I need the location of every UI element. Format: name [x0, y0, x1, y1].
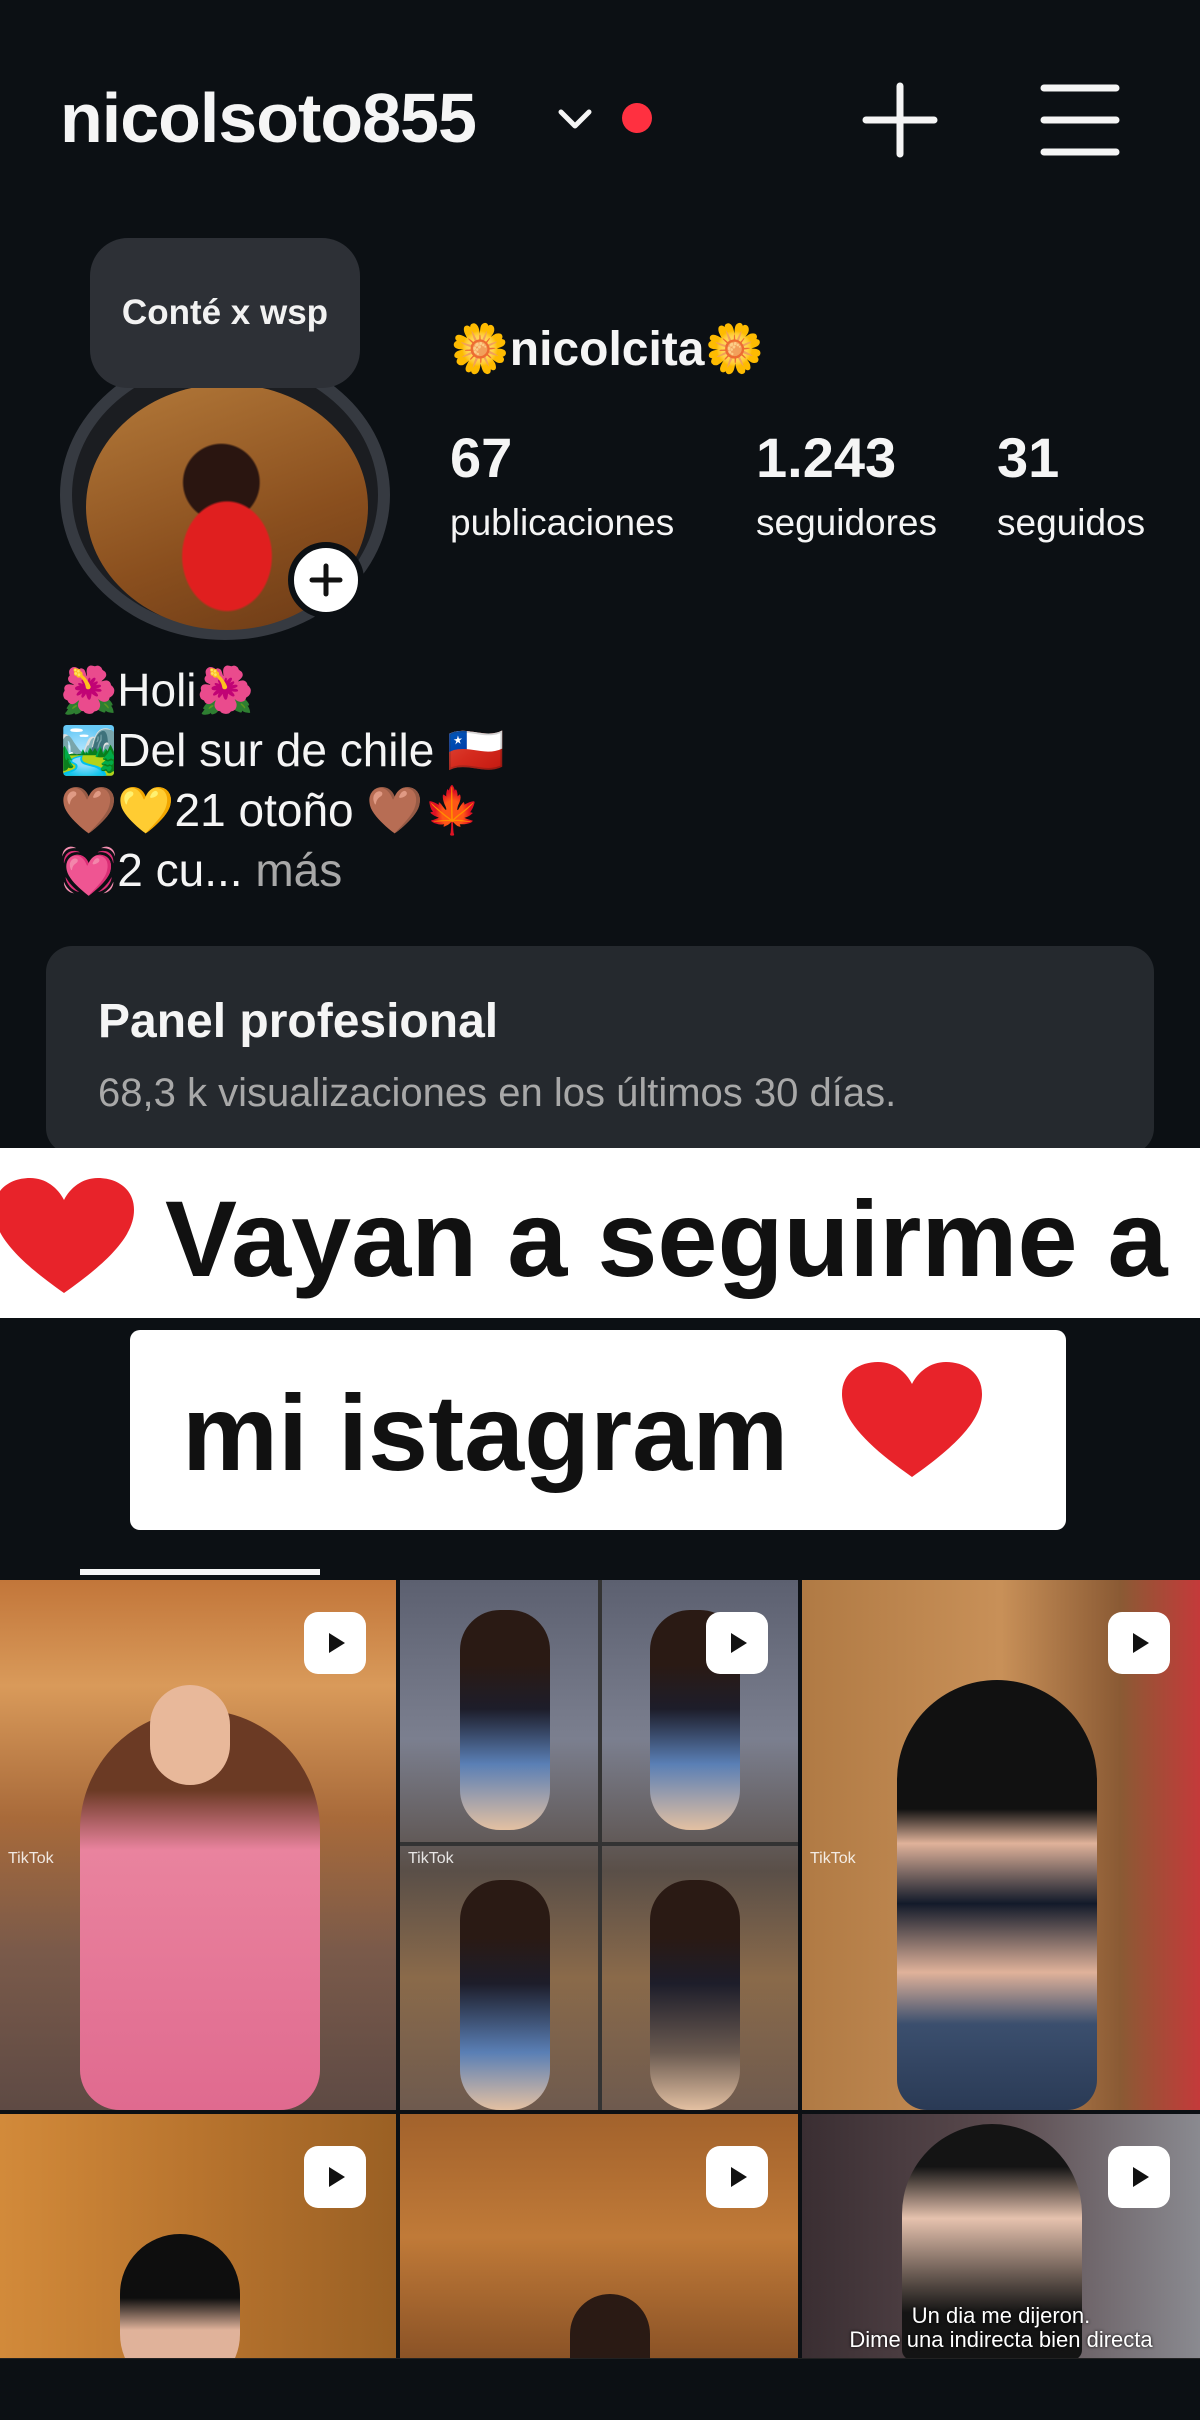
grid-post[interactable]: Un dia me dijeron. Dime una indirecta bi… — [802, 2114, 1200, 2360]
display-name: 🌼nicolcita🌼 — [450, 323, 765, 376]
reels-play-icon — [304, 1612, 366, 1674]
tiktok-watermark: TikTok — [408, 1850, 454, 1867]
stat-posts[interactable]: 67 publicaciones — [450, 425, 674, 544]
note-text: Conté x wsp — [121, 293, 329, 332]
reels-play-icon — [706, 2146, 768, 2208]
bio-line: 🌺Holi🌺 — [60, 664, 254, 716]
grid-post[interactable]: TikTok — [400, 1580, 798, 2110]
stat-label: seguidos — [997, 502, 1146, 543]
grid-post[interactable] — [400, 2114, 798, 2360]
stat-label: publicaciones — [450, 502, 675, 543]
posts-grid: TikTok TikTok TikTok Un dia me dijeron. … — [0, 1580, 1200, 2360]
bio-line: 🏞️Del sur de chile 🇨🇱 — [60, 724, 505, 776]
panel-subtitle: 68,3 k visualizaciones en los últimos 30… — [98, 1071, 897, 1115]
professional-dashboard[interactable]: Panel profesional 68,3 k visualizaciones… — [46, 946, 1154, 1154]
overlay-caption-line1: Vayan a seguirme a — [0, 1148, 1200, 1318]
profile-header: nicolsoto855 — [0, 0, 1200, 230]
profile-bio: 🌺Holi🌺 🏞️Del sur de chile 🇨🇱 🤎💛21 otoño … — [60, 660, 504, 900]
profile-note-bubble[interactable]: Conté x wsp — [90, 238, 360, 388]
plus-icon[interactable] — [860, 80, 940, 160]
notification-dot — [622, 103, 652, 133]
stat-following[interactable]: 31 seguidos — [997, 425, 1145, 544]
stat-label: seguidores — [756, 502, 938, 543]
bio-line-truncated: 💓2 cu... más — [60, 840, 504, 900]
stat-value: 67 — [450, 426, 513, 489]
stat-value: 1.243 — [756, 426, 897, 489]
tiktok-watermark: TikTok — [810, 1850, 856, 1867]
heart-icon — [842, 1362, 982, 1477]
add-story-button[interactable] — [288, 542, 364, 618]
bio-line: 💓2 cu... — [60, 844, 243, 896]
stat-value: 31 — [997, 426, 1060, 489]
overlay-text: Vayan a seguirme a — [165, 1178, 1168, 1299]
grid-post[interactable] — [0, 2114, 396, 2360]
reels-play-icon — [1108, 1612, 1170, 1674]
username-switcher[interactable]: nicolsoto855 — [60, 78, 477, 158]
overlay-caption-line2: mi istagram — [130, 1330, 1066, 1530]
panel-title: Panel profesional — [98, 995, 499, 1048]
reels-play-icon — [304, 2146, 366, 2208]
reels-play-icon — [1108, 2146, 1170, 2208]
video-caption: Un dia me dijeron. Dime una indirecta bi… — [849, 2303, 1153, 2352]
bio-more-link[interactable]: más — [243, 844, 342, 896]
hamburger-menu-icon[interactable] — [1040, 82, 1120, 158]
stat-followers[interactable]: 1.243 seguidores — [756, 425, 937, 544]
grid-post[interactable]: TikTok — [802, 1580, 1200, 2110]
bottom-navigation — [0, 2358, 1200, 2420]
profile-avatar-area[interactable] — [60, 350, 390, 650]
tiktok-watermark: TikTok — [8, 1850, 54, 1867]
bio-line: 🤎💛21 otoño 🤎🍁 — [60, 784, 481, 836]
grid-post[interactable]: TikTok — [0, 1580, 396, 2110]
plus-icon — [309, 563, 343, 597]
chevron-down-icon[interactable] — [555, 100, 595, 140]
grid-tab-indicator[interactable] — [80, 1569, 320, 1575]
overlay-text: mi istagram — [182, 1372, 789, 1493]
heart-icon — [0, 1178, 134, 1293]
reels-play-icon — [706, 1612, 768, 1674]
